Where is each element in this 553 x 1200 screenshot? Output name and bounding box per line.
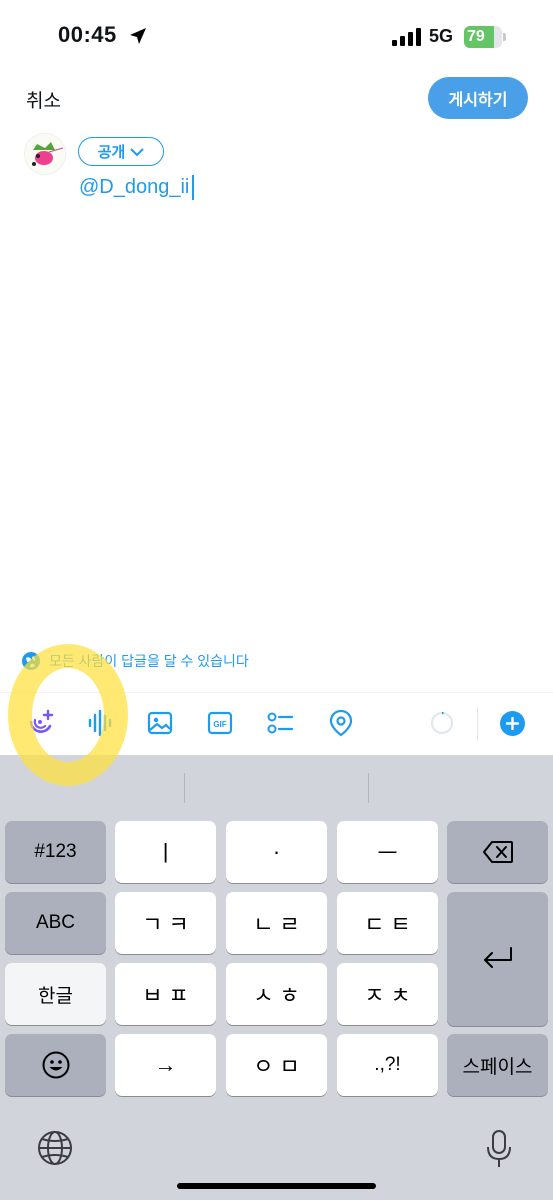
reply-settings-label: 모든 사람이 답글을 달 수 있습니다	[49, 653, 249, 669]
keyboard-globe-icon[interactable]	[36, 1129, 74, 1167]
signal-bars-icon	[392, 28, 421, 46]
suggestion-divider	[184, 773, 185, 803]
key-arrow[interactable]: →	[115, 1034, 216, 1096]
key-abc[interactable]: ABC	[5, 892, 106, 954]
compose-textarea[interactable]: @D_dong_ii	[79, 175, 195, 200]
home-indicator	[177, 1183, 376, 1189]
emoji-key[interactable]	[5, 1034, 106, 1096]
gif-icon[interactable]: GIF	[205, 708, 235, 738]
backspace-icon	[482, 841, 513, 863]
key-dot[interactable]: ·	[226, 821, 327, 883]
key-gk[interactable]: ㄱ ㅋ	[115, 892, 216, 954]
poll-icon[interactable]	[265, 708, 295, 738]
key-nr[interactable]: ㄴ ㄹ	[226, 892, 327, 954]
add-thread-plus-icon[interactable]	[500, 711, 525, 736]
space-key[interactable]: 스페이스	[447, 1034, 548, 1096]
backspace-key[interactable]	[447, 821, 548, 883]
divider	[0, 692, 553, 693]
toolbar-divider	[477, 707, 478, 741]
compose-toolbar: GIF	[0, 700, 553, 748]
return-key[interactable]	[447, 892, 548, 1026]
keyboard: #123 ㅣ · ㅡ ABC ㄱ ㅋ ㄴ ㄹ ㄷ ㅌ 한글 ㅂ ㅍ ㅅ ㅎ ㅈ …	[0, 755, 553, 1200]
key-i[interactable]: ㅣ	[115, 821, 216, 883]
suggestion-divider	[368, 773, 369, 803]
emoji-icon	[42, 1051, 69, 1079]
key-jch[interactable]: ㅈ ㅊ	[337, 963, 438, 1025]
text-caret	[192, 175, 195, 200]
chevron-down-icon	[130, 147, 145, 156]
reply-settings[interactable]: 모든 사람이 답글을 달 수 있습니다	[22, 651, 249, 671]
image-icon[interactable]	[145, 708, 175, 738]
character-progress-ring	[430, 711, 454, 735]
key-hangul[interactable]: 한글	[5, 963, 106, 1025]
key-punctuation[interactable]: .,?!	[337, 1034, 438, 1096]
voice-waveform-icon[interactable]	[85, 708, 115, 738]
cancel-button[interactable]: 취소	[26, 86, 61, 113]
status-time: 00:45	[58, 22, 117, 47]
battery-percentage: 79	[467, 28, 485, 45]
key-om[interactable]: ㅇ ㅁ	[226, 1034, 327, 1096]
key-eu[interactable]: ㅡ	[337, 821, 438, 883]
location-arrow-icon	[130, 28, 146, 44]
key-dt[interactable]: ㄷ ㅌ	[337, 892, 438, 954]
microphone-icon[interactable]	[484, 1129, 514, 1169]
location-pin-icon[interactable]	[326, 708, 356, 738]
status-bar: 00:45 5G 79	[0, 0, 553, 76]
compose-text-value: @D_dong_ii	[79, 176, 190, 198]
avatar[interactable]	[24, 133, 66, 175]
audience-selector[interactable]: 공개	[78, 137, 164, 166]
battery-charging-icon: 79	[464, 26, 506, 48]
post-button[interactable]: 게시하기	[428, 77, 528, 119]
key-numbers[interactable]: #123	[5, 821, 106, 883]
gif-label: GIF	[213, 720, 226, 729]
spaces-add-icon[interactable]	[26, 708, 56, 738]
audience-label: 공개	[97, 144, 126, 161]
return-icon	[483, 947, 512, 968]
key-sh[interactable]: ㅅ ㅎ	[226, 963, 327, 1025]
globe-icon	[22, 652, 40, 670]
network-label: 5G	[429, 26, 454, 46]
key-bp[interactable]: ㅂ ㅍ	[115, 963, 216, 1025]
